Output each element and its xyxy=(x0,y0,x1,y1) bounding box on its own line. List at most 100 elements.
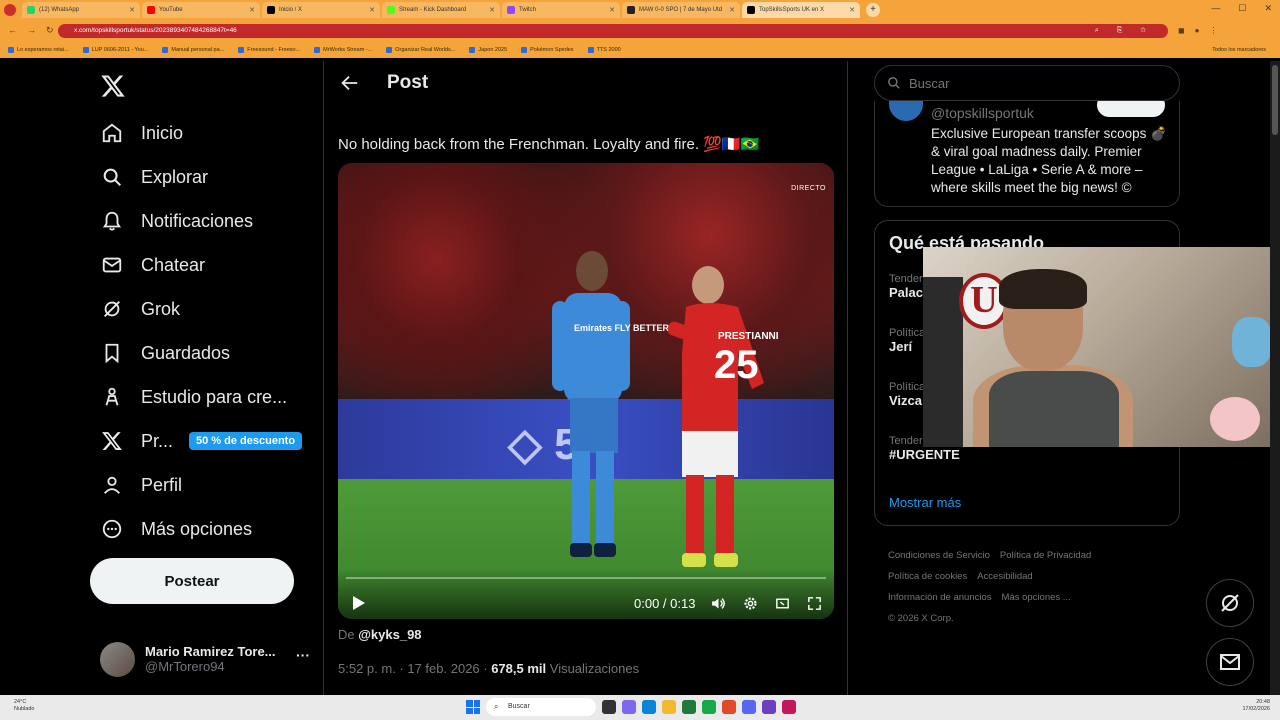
browser-tab[interactable]: (12) WhatsApp ✕ xyxy=(22,2,140,18)
all-bookmarks-link[interactable]: Todos los marcadores xyxy=(1212,47,1266,53)
close-tab-icon[interactable]: ✕ xyxy=(369,6,375,14)
video-player[interactable]: ◇ 5 Emirates FLY BETTER PRESTIANNI 25 DI… xyxy=(338,163,834,619)
close-window-icon[interactable]: ✕ xyxy=(1264,3,1272,14)
back-nav-icon[interactable]: ← xyxy=(8,25,17,36)
nav-item-perfil[interactable]: Perfil xyxy=(100,470,182,500)
browser-tab[interactable]: MAW 0-0 SPO | 7 de Mayo Utd ✕ xyxy=(622,2,740,18)
play-icon[interactable] xyxy=(352,595,366,611)
taskbar-search[interactable]: ⌕ Buscar xyxy=(486,698,596,716)
nav-label: Perfil xyxy=(141,474,183,495)
app-icon-2[interactable] xyxy=(782,700,796,714)
tab-favicon-icon xyxy=(147,6,155,14)
footer-link[interactable]: Más opciones ... xyxy=(1002,592,1071,603)
forward-nav-icon[interactable]: → xyxy=(27,25,36,36)
trend-item[interactable]: Política Jerí xyxy=(889,327,925,354)
back-arrow-icon[interactable] xyxy=(338,72,360,94)
browser-tab[interactable]: Twitch ✕ xyxy=(502,2,620,18)
footer-link[interactable]: Política de cookies xyxy=(888,571,967,582)
bookmark-item[interactable]: TTS 2000 xyxy=(587,46,621,53)
nav-buttons: ← → ↻ xyxy=(8,25,58,36)
x-logo-icon[interactable] xyxy=(100,73,126,99)
volume-icon[interactable] xyxy=(710,595,727,612)
browser-tab[interactable]: TopSkillsSports UK en X ✕ xyxy=(742,2,860,18)
system-tray-clock[interactable]: 20:48 17/02/2026 xyxy=(1242,699,1270,713)
browser-tab[interactable]: YouTube ✕ xyxy=(142,2,260,18)
weather-widget[interactable]: 24°C Nublado xyxy=(14,699,35,713)
excel-icon[interactable] xyxy=(682,700,696,714)
maximize-icon[interactable]: ☐ xyxy=(1238,3,1246,14)
bookmark-item[interactable]: Lo esperamos retai... xyxy=(8,46,69,53)
bookmark-item[interactable]: Pokémon Spedes xyxy=(521,46,574,53)
close-tab-icon[interactable]: ✕ xyxy=(489,6,495,14)
profile-icon[interactable]: ● xyxy=(1195,26,1200,35)
url-field[interactable]: x.com/topskillsportuk/status/20238934074… xyxy=(58,23,1168,38)
nav-item-pr[interactable]: Pr... 50 % de descuento xyxy=(100,426,303,456)
fullscreen-icon[interactable] xyxy=(806,595,823,612)
obs-icon[interactable] xyxy=(762,700,776,714)
bookmark-item[interactable]: MrWorks Stream -... xyxy=(314,46,372,53)
nav-item-inicio[interactable]: Inicio xyxy=(100,118,183,148)
edge-icon[interactable] xyxy=(642,700,656,714)
show-more-link[interactable]: Mostrar más xyxy=(889,495,961,510)
close-tab-icon[interactable]: ✕ xyxy=(609,6,615,14)
bookmark-item[interactable]: LUP 0606-2011 - You... xyxy=(82,46,148,53)
browser-tab[interactable]: Stream - Kick Dashboard ✕ xyxy=(382,2,500,18)
more-dots-icon[interactable]: ··· xyxy=(296,647,310,663)
file-explorer-icon[interactable] xyxy=(662,700,676,714)
account-switcher[interactable]: Mario Ramirez Tore... @MrTorero94 ··· xyxy=(100,639,310,679)
author-avatar[interactable] xyxy=(889,101,923,121)
video-source: De @kyks_98 xyxy=(338,627,422,642)
bookmark-item[interactable]: Manual personal pa... xyxy=(162,46,224,53)
footer-link[interactable]: Accesibilidad xyxy=(977,571,1032,582)
source-user-link[interactable]: @kyks_98 xyxy=(358,627,421,642)
settings-gear-icon[interactable] xyxy=(742,595,759,612)
trend-item[interactable]: Política Vizca xyxy=(889,381,925,408)
nav-item-guardados[interactable]: Guardados xyxy=(100,338,230,368)
chrome-icon[interactable] xyxy=(722,700,736,714)
search-box[interactable] xyxy=(874,65,1180,101)
author-handle[interactable]: @topskillsportuk xyxy=(931,105,1034,121)
post-button[interactable]: Postear xyxy=(90,558,294,604)
discord-icon[interactable] xyxy=(742,700,756,714)
close-tab-icon[interactable]: ✕ xyxy=(849,6,855,14)
footer-link[interactable]: Información de anuncios xyxy=(888,592,992,603)
grok-float-button[interactable] xyxy=(1206,579,1254,627)
xbox-icon[interactable] xyxy=(702,700,716,714)
premium-discount-badge[interactable]: 50 % de descuento xyxy=(189,432,303,450)
trend-item[interactable]: Tender Palac xyxy=(889,273,923,300)
nav-item-más-opciones[interactable]: Más opciones xyxy=(100,514,252,544)
nav-item-explorar[interactable]: Explorar xyxy=(100,162,208,192)
windows-start-icon[interactable] xyxy=(466,700,480,714)
tab-favicon-icon xyxy=(747,6,755,14)
new-tab-button[interactable]: + xyxy=(866,3,880,17)
close-tab-icon[interactable]: ✕ xyxy=(249,6,255,14)
post-timestamp[interactable]: 5:52 p. m. · 17 feb. 2026 · xyxy=(338,661,491,676)
browser-tab[interactable]: Inicio / X ✕ xyxy=(262,2,380,18)
app-icon[interactable] xyxy=(622,700,636,714)
footer-link[interactable]: Condiciones de Servicio xyxy=(888,550,990,561)
close-tab-icon[interactable]: ✕ xyxy=(729,6,735,14)
extension-icon[interactable]: ◼ xyxy=(1178,26,1185,35)
bookmark-item[interactable]: Organizar Real Worlds... xyxy=(386,46,455,53)
footer-link[interactable]: © 2026 X Corp. xyxy=(888,613,954,624)
video-progress-bar[interactable] xyxy=(346,577,826,579)
follow-button[interactable] xyxy=(1097,101,1165,117)
nav-item-grok[interactable]: Grok xyxy=(100,294,180,324)
bookmark-item[interactable]: Japon 2025 xyxy=(469,46,507,53)
reload-icon[interactable]: ↻ xyxy=(46,25,54,36)
messages-float-button[interactable] xyxy=(1206,638,1254,686)
search-input[interactable] xyxy=(909,75,1159,91)
minimize-icon[interactable]: — xyxy=(1211,3,1220,14)
picture-in-picture-icon[interactable] xyxy=(774,595,791,612)
close-tab-icon[interactable]: ✕ xyxy=(129,6,135,14)
footer-link[interactable]: Política de Privacidad xyxy=(1000,550,1091,561)
kebab-menu-icon[interactable]: ⋮ xyxy=(1209,26,1217,35)
bookmark-item[interactable]: Freesound - Freeso... xyxy=(238,46,300,53)
nav-item-chatear[interactable]: Chatear xyxy=(100,250,205,280)
task-view-icon[interactable] xyxy=(602,700,616,714)
nav-item-estudio-para-cre[interactable]: Estudio para cre... xyxy=(100,382,287,412)
browser-menu-button[interactable] xyxy=(4,4,16,16)
nav-item-notificaciones[interactable]: Notificaciones xyxy=(100,206,253,236)
page-scrollbar[interactable] xyxy=(1270,61,1280,695)
scrollbar-thumb[interactable] xyxy=(1272,65,1278,135)
